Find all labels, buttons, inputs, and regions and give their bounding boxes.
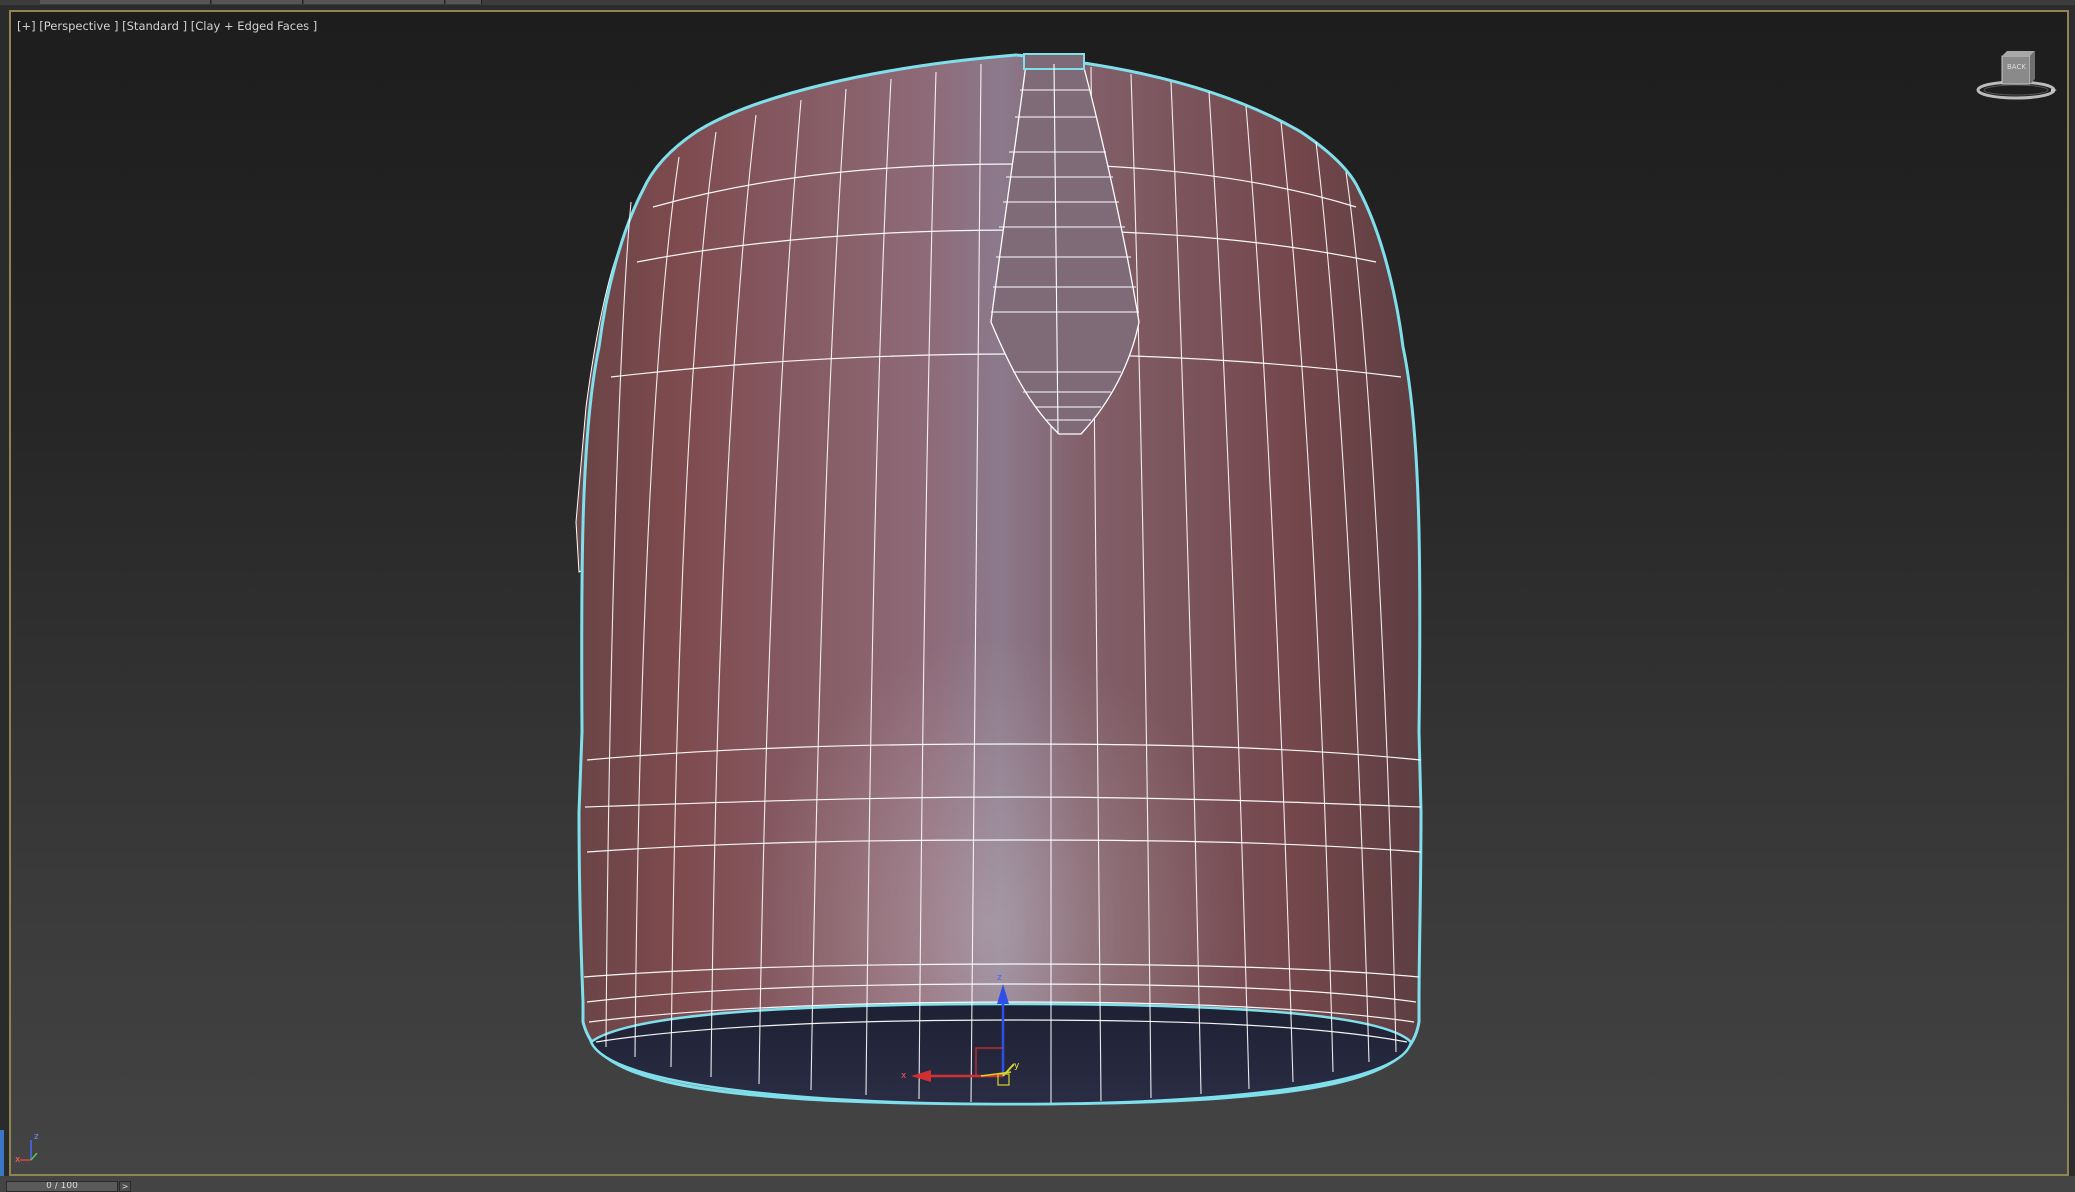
time-slider[interactable]: 0 / 100 — [6, 1181, 118, 1192]
time-slider-next-button[interactable]: > — [119, 1181, 131, 1192]
gizmo-z-label: z — [997, 973, 1002, 983]
scene-canvas[interactable]: z x y — [11, 12, 2067, 1174]
toolbar-tab[interactable] — [446, 0, 482, 4]
svg-text:z: z — [34, 1132, 39, 1142]
toolbar-tab[interactable] — [212, 0, 303, 4]
gizmo-y-label: y — [1014, 1061, 1020, 1071]
viewcube-face-label: BACK — [2007, 63, 2026, 71]
timeline-bar: 0 / 100 > — [0, 1176, 2075, 1192]
top-toolbar-strip — [0, 0, 2075, 5]
perspective-viewport[interactable]: [+] [Perspective ] [Standard ] [Clay + E… — [9, 10, 2069, 1176]
toolbar-tab[interactable] — [304, 0, 445, 4]
viewcube-widget[interactable]: BACK — [1971, 47, 2061, 107]
svg-text:x: x — [15, 1155, 21, 1165]
gizmo-x-label: x — [901, 1071, 907, 1081]
left-edge-marker — [0, 1130, 4, 1176]
toolbar-tab[interactable] — [40, 0, 211, 4]
axis-tripod-icon: z x — [15, 1132, 39, 1165]
barrel-mesh[interactable] — [575, 53, 1423, 1106]
